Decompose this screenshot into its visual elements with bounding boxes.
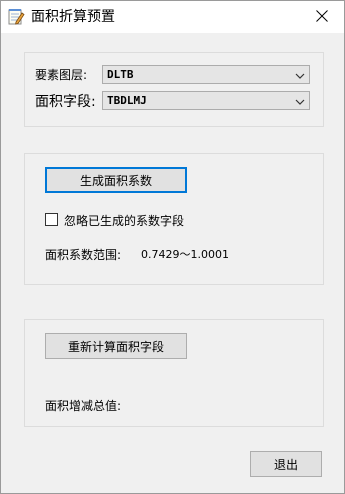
window-title: 面积折算预置 [31,9,115,25]
recalculate-area-button[interactable]: 重新计算面积字段 [45,333,187,359]
close-button[interactable] [299,1,344,33]
title-bar: 面积折算预置 [1,1,344,33]
area-total-label: 面积增减总值: [45,399,122,413]
coefficient-range-label: 面积系数范围: [45,248,122,262]
dialog-window: 面积折算预置 要素图层: DLTB 面积字段: TBDLMJ 生成面积系数 忽略… [0,0,345,494]
notepad-edit-icon [7,8,25,26]
chevron-down-icon [295,96,305,106]
coefficient-group: 生成面积系数 忽略已生成的系数字段 面积系数范围: 0.7429～1.0001 [24,153,324,285]
exit-button[interactable]: 退出 [250,451,322,477]
chevron-down-icon [295,70,305,80]
layer-settings-group: 要素图层: DLTB 面积字段: TBDLMJ [24,52,324,127]
field-select[interactable]: TBDLMJ [102,91,310,110]
layer-label: 要素图层: [35,68,88,82]
field-select-value: TBDLMJ [107,94,147,107]
coefficient-range-value: 0.7429～1.0001 [141,248,229,261]
field-label: 面积字段: [35,94,96,110]
ignore-existing-label: 忽略已生成的系数字段 [64,214,185,228]
ignore-existing-checkbox[interactable] [45,213,58,226]
layer-select-value: DLTB [107,68,134,81]
close-icon [315,9,328,25]
layer-select[interactable]: DLTB [102,65,310,84]
recalculate-group: 重新计算面积字段 面积增减总值: [24,319,324,427]
generate-coefficient-button[interactable]: 生成面积系数 [45,167,187,193]
